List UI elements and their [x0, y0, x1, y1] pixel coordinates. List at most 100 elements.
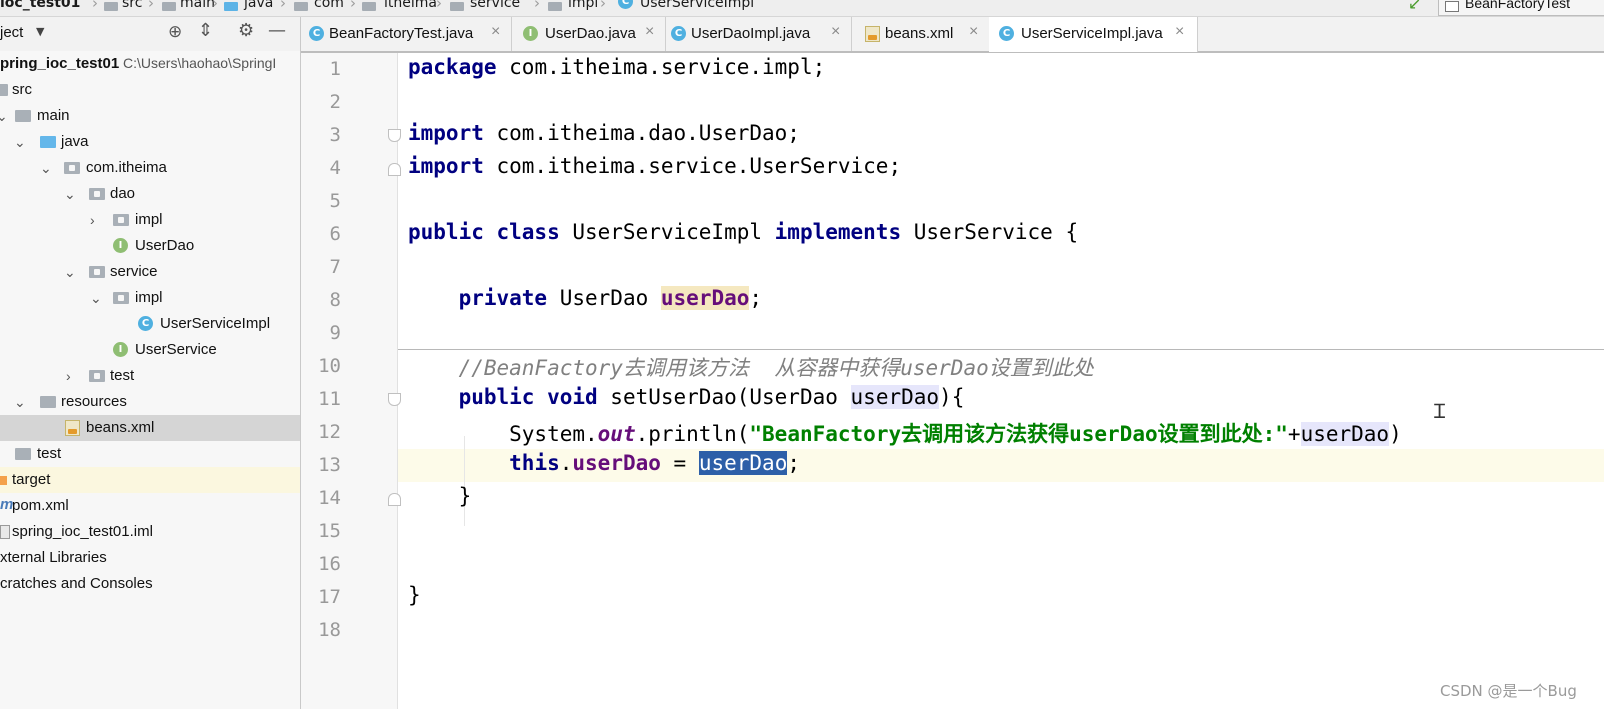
- tree-item-beans-xml[interactable]: beans.xml: [0, 415, 300, 441]
- chevron-down-icon[interactable]: ⌄: [14, 134, 26, 151]
- code-line: private UserDao userDao;: [408, 286, 762, 310]
- code-token: ): [1389, 422, 1402, 446]
- tree-item-main[interactable]: ⌄ main: [0, 103, 300, 129]
- fold-marker-icon[interactable]: [388, 493, 401, 506]
- close-icon[interactable]: ×: [969, 23, 978, 41]
- code-line: public class UserServiceImpl implements …: [408, 220, 1078, 244]
- locate-file-icon[interactable]: ⊕: [168, 22, 182, 42]
- breadcrumb-separator: ›: [148, 0, 154, 12]
- breadcrumb-file[interactable]: UserServiceImpl: [640, 0, 754, 11]
- tree-item-project-root[interactable]: pring_ioc_test01 C:\Users\haohao\SpringI: [0, 51, 300, 77]
- folder-icon: [104, 2, 118, 11]
- close-icon[interactable]: ×: [645, 23, 654, 41]
- breadcrumb-impl[interactable]: impl: [568, 0, 598, 11]
- tree-item-userserviceimpl[interactable]: C UserServiceImpl: [0, 311, 300, 337]
- close-icon[interactable]: ×: [491, 23, 500, 41]
- collapse-all-icon[interactable]: ⇕: [198, 20, 213, 41]
- breadcrumb-project[interactable]: ioc_test01: [0, 0, 80, 11]
- tree-item-target[interactable]: target: [0, 467, 300, 493]
- chevron-right-icon[interactable]: ›: [90, 212, 95, 228]
- code-token: public void: [458, 385, 598, 409]
- code-token: =: [660, 451, 699, 475]
- resources-folder-icon: [40, 396, 56, 408]
- tree-item-label: spring_ioc_test01.iml: [12, 523, 153, 540]
- chevron-right-icon[interactable]: ›: [66, 368, 71, 384]
- tab-beans-xml[interactable]: beans.xml ×: [851, 17, 990, 51]
- tree-item-test-pkg[interactable]: › test: [0, 363, 300, 389]
- tree-item-pom-xml[interactable]: m pom.xml: [0, 493, 300, 519]
- tree-item-external-libraries[interactable]: xternal Libraries: [0, 545, 300, 571]
- tree-item-iml[interactable]: spring_ioc_test01.iml: [0, 519, 300, 545]
- tab-label: BeanFactoryTest.java: [329, 25, 474, 42]
- project-tool-window: ject ▼ ⊕ ⇕ ⚙ — pring_ioc_test01 C:\Users…: [0, 17, 301, 709]
- fold-marker-icon[interactable]: [388, 163, 401, 176]
- line-number: 16: [318, 553, 341, 575]
- code-token: private: [458, 286, 548, 310]
- chevron-down-icon[interactable]: ⌄: [90, 290, 102, 307]
- project-panel-title[interactable]: ject: [0, 24, 23, 41]
- breadcrumb-com[interactable]: com: [314, 0, 344, 11]
- class-icon: C: [309, 26, 324, 41]
- code-editor[interactable]: Ɪ package com.itheima.service.impl; impor…: [388, 53, 1604, 709]
- tab-userdaoimpl[interactable]: C UserDaoImpl.java ×: [665, 17, 852, 51]
- chevron-down-icon[interactable]: ⌄: [40, 160, 52, 177]
- tab-userserviceimpl[interactable]: C UserServiceImpl.java ×: [989, 17, 1198, 52]
- tab-beanfactorytest[interactable]: C BeanFactoryTest.java ×: [301, 17, 512, 51]
- tree-item-scratches[interactable]: cratches and Consoles: [0, 571, 300, 597]
- fold-marker-icon[interactable]: [388, 129, 401, 142]
- package-icon: [89, 266, 105, 278]
- breadcrumb-separator: ›: [212, 0, 218, 12]
- package-icon: [113, 292, 129, 304]
- code-token: package: [408, 55, 497, 79]
- tree-item-resources[interactable]: ⌄ resources: [0, 389, 300, 415]
- chevron-down-icon[interactable]: ⌄: [0, 108, 8, 125]
- tree-item-service-impl[interactable]: ⌄ impl: [0, 285, 300, 311]
- breadcrumb-itheima[interactable]: itheima: [384, 0, 437, 11]
- tree-item-userservice[interactable]: I UserService: [0, 337, 300, 363]
- fold-marker-icon[interactable]: [388, 393, 401, 406]
- indent-guide: [464, 436, 465, 526]
- tree-item-com-itheima[interactable]: ⌄ com.itheima: [0, 155, 300, 181]
- chevron-down-icon[interactable]: ⌄: [64, 186, 76, 203]
- tree-item-service[interactable]: ⌄ service: [0, 259, 300, 285]
- tree-item-src[interactable]: src: [0, 77, 300, 103]
- close-icon[interactable]: ×: [1175, 23, 1184, 41]
- breadcrumb-separator: ›: [92, 0, 98, 12]
- folder-icon: [0, 84, 8, 96]
- editor-gutter[interactable]: 1 2 3 4 5 6 7 8 9 10 11 12 13 14 15 16 17 18: [301, 53, 398, 709]
- project-path-label: C:\Users\haohao\SpringI: [123, 55, 277, 71]
- xml-file-icon: [865, 26, 880, 42]
- breadcrumb-src[interactable]: src: [122, 0, 142, 11]
- run-configuration-selector[interactable]: BeanFactoryTest: [1438, 0, 1604, 16]
- tree-item-userdao[interactable]: I UserDao: [0, 233, 300, 259]
- chevron-down-icon[interactable]: ⌄: [64, 264, 76, 281]
- code-token: "BeanFactory去调用该方法获得userDao设置到此处:": [749, 422, 1288, 446]
- xml-file-icon: [65, 420, 80, 436]
- chevron-down-icon[interactable]: ⌄: [14, 394, 26, 411]
- close-icon[interactable]: ×: [831, 23, 840, 41]
- folder-icon: [548, 2, 562, 11]
- tree-item-label: pom.xml: [12, 497, 69, 514]
- tree-item-dao-impl[interactable]: › impl: [0, 207, 300, 233]
- build-hammer-icon[interactable]: ↙: [1408, 0, 1421, 13]
- chevron-down-icon[interactable]: ▼: [36, 25, 44, 38]
- code-token: //BeanFactory去调用该方法 从容器中获得userDao设置到此处: [458, 356, 1094, 380]
- tree-item-test[interactable]: test: [0, 441, 300, 467]
- source-folder-icon: [40, 136, 56, 148]
- code-line: //BeanFactory去调用该方法 从容器中获得userDao设置到此处: [408, 352, 1094, 382]
- gear-icon[interactable]: ⚙: [238, 20, 254, 41]
- package-icon: [113, 214, 129, 226]
- breadcrumb-service[interactable]: service: [470, 0, 520, 11]
- tab-userdao[interactable]: I UserDao.java ×: [511, 17, 666, 51]
- code-line: import com.itheima.service.UserService;: [408, 154, 901, 178]
- folder-icon: [224, 2, 238, 11]
- breadcrumb-java[interactable]: java: [244, 0, 273, 11]
- editor-tab-bar: C BeanFactoryTest.java × I UserDao.java …: [301, 17, 1604, 53]
- class-icon: C: [618, 0, 633, 9]
- tree-item-dao[interactable]: ⌄ dao: [0, 181, 300, 207]
- code-token: com.itheima.dao.UserDao;: [483, 121, 800, 145]
- minimize-icon[interactable]: —: [268, 20, 286, 41]
- breadcrumb-main[interactable]: main: [180, 0, 215, 11]
- tree-item-java[interactable]: ⌄ java: [0, 129, 300, 155]
